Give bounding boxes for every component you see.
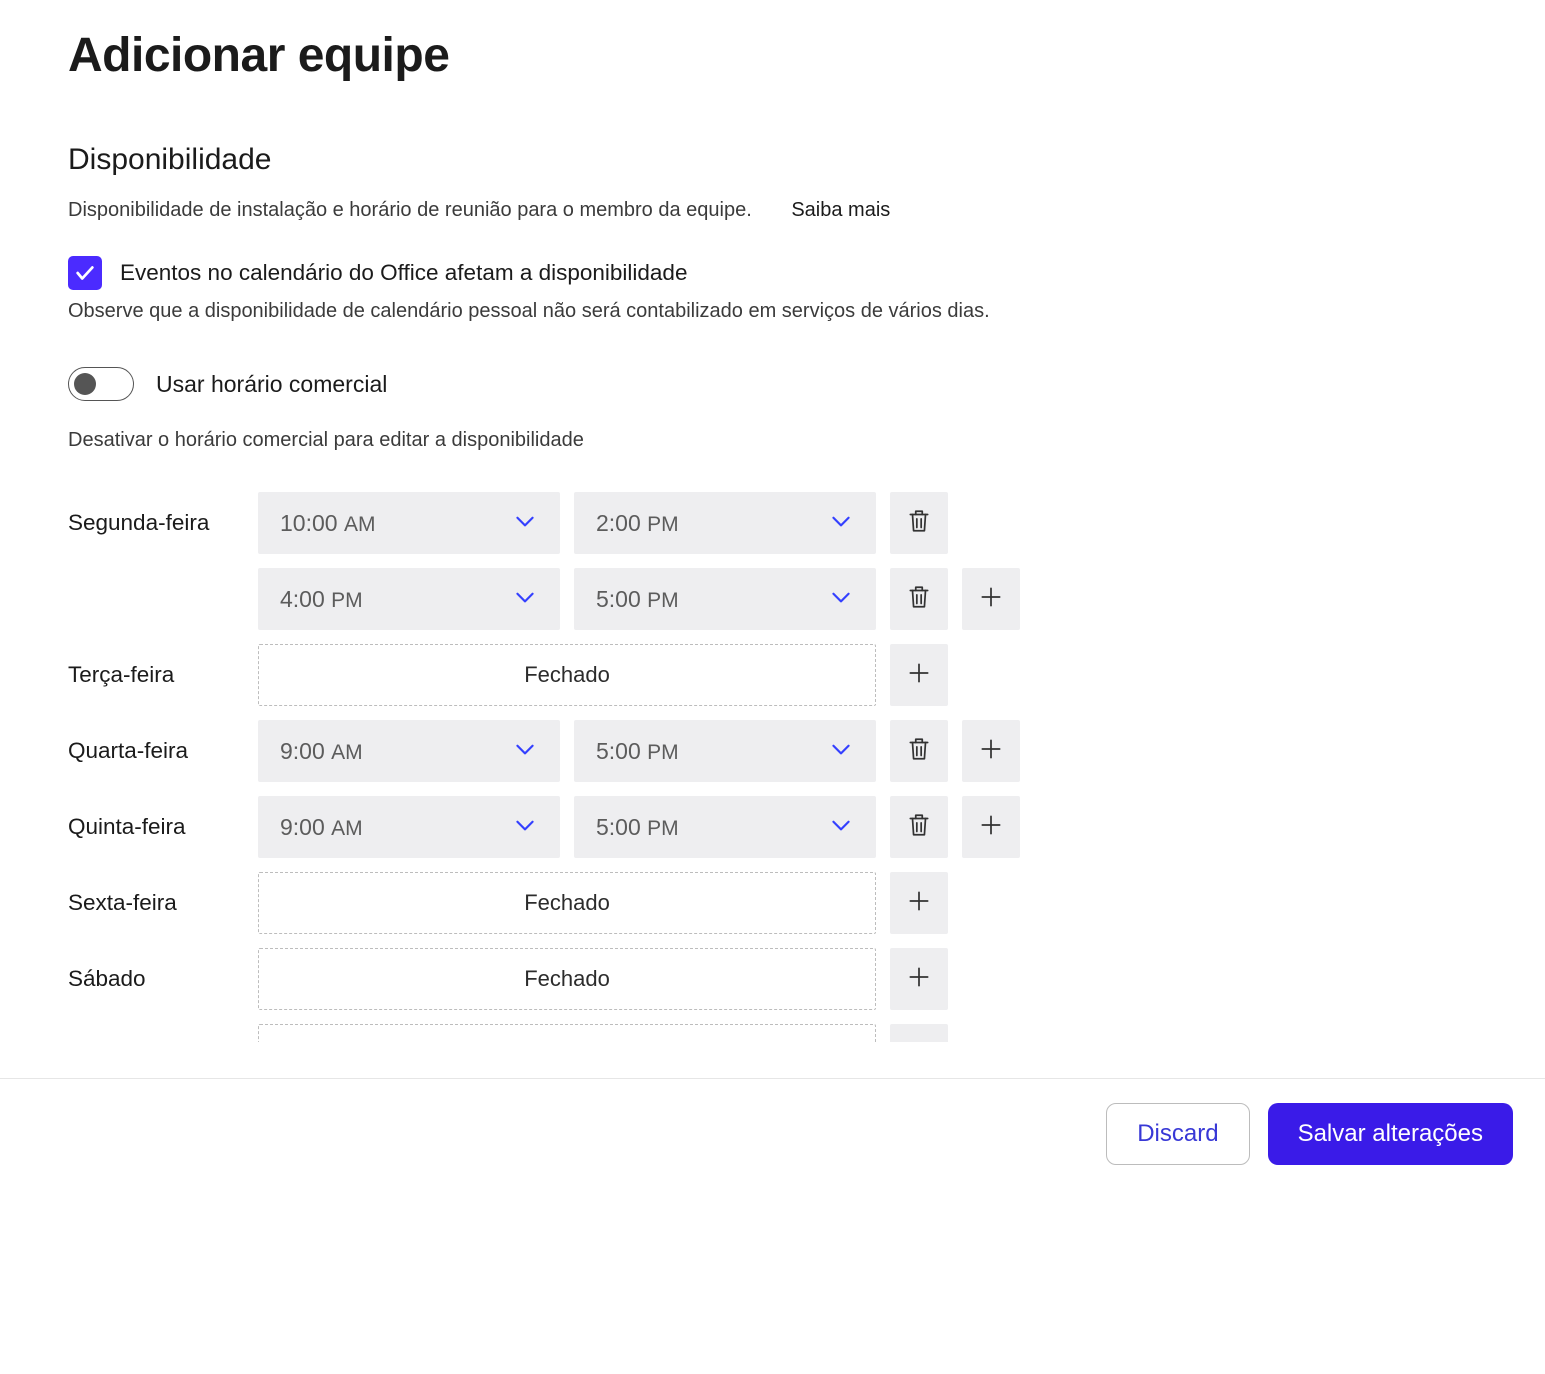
add-slot-button[interactable] (890, 872, 948, 934)
day-slots: Fechado (258, 644, 948, 706)
check-icon (74, 262, 96, 284)
day-row: Segunda-feira 10:00 AM 2:00 PM 4:00 PM 5:00 … (68, 492, 1477, 630)
delete-slot-button[interactable] (890, 796, 948, 858)
day-label: Sexta-feira (68, 872, 246, 916)
day-slots: Fechado (258, 872, 948, 934)
time-select-end[interactable]: 2:00 PM (574, 492, 876, 554)
time-select-start[interactable]: 4:00 PM (258, 568, 560, 630)
day-row: Quinta-feira 9:00 AM 5:00 PM (68, 796, 1477, 858)
plus-icon (978, 736, 1004, 767)
time-value: 5:00 PM (596, 814, 679, 841)
trash-icon (906, 584, 932, 615)
day-label: Sábado (68, 948, 246, 992)
chevron-down-icon (512, 584, 538, 615)
discard-button[interactable]: Discard (1106, 1103, 1249, 1165)
closed-slot: Fechado (258, 872, 876, 934)
delete-slot-button[interactable] (890, 568, 948, 630)
time-value: 9:00 AM (280, 738, 363, 765)
time-value: 5:00 PM (596, 738, 679, 765)
plus-icon (906, 1040, 932, 1043)
closed-slot: Fechado (258, 948, 876, 1010)
plus-icon (906, 660, 932, 691)
day-row: Domingo Fechado (68, 1024, 1477, 1042)
chevron-down-icon (828, 584, 854, 615)
plus-icon (978, 812, 1004, 843)
plus-icon (906, 888, 932, 919)
time-select-end[interactable]: 5:00 PM (574, 568, 876, 630)
day-slots: Fechado (258, 948, 948, 1010)
save-button[interactable]: Salvar alterações (1268, 1103, 1513, 1165)
day-row: Terça-feira Fechado (68, 644, 1477, 706)
day-row: Sábado Fechado (68, 948, 1477, 1010)
time-select-start[interactable]: 10:00 AM (258, 492, 560, 554)
chevron-down-icon (512, 812, 538, 843)
business-hours-hint: Desativar o horário comercial para edita… (68, 429, 1477, 452)
delete-slot-button[interactable] (890, 720, 948, 782)
day-slots: 9:00 AM 5:00 PM (258, 796, 1020, 858)
learn-more-link[interactable]: Saiba mais (791, 199, 890, 222)
day-row: Sexta-feira Fechado (68, 872, 1477, 934)
delete-slot-button[interactable] (890, 492, 948, 554)
time-select-start[interactable]: 9:00 AM (258, 796, 560, 858)
time-value: 2:00 PM (596, 510, 679, 537)
chevron-down-icon (828, 508, 854, 539)
day-slots: 10:00 AM 2:00 PM 4:00 PM 5:00 PM (258, 492, 1020, 630)
availability-heading: Disponibilidade (68, 143, 1477, 177)
add-slot-button[interactable] (962, 720, 1020, 782)
plus-icon (906, 964, 932, 995)
time-value: 10:00 AM (280, 510, 375, 537)
day-row: Quarta-feira 9:00 AM 5:00 PM (68, 720, 1477, 782)
trash-icon (906, 736, 932, 767)
plus-icon (978, 584, 1004, 615)
add-slot-button[interactable] (890, 644, 948, 706)
trash-icon (906, 508, 932, 539)
availability-schedule: Segunda-feira 10:00 AM 2:00 PM 4:00 PM 5:00 … (68, 492, 1477, 1042)
time-select-end[interactable]: 5:00 PM (574, 720, 876, 782)
page-title: Adicionar equipe (68, 28, 1477, 83)
business-hours-label: Usar horário comercial (156, 371, 387, 398)
chevron-down-icon (828, 812, 854, 843)
add-slot-button[interactable] (962, 796, 1020, 858)
day-label: Terça-feira (68, 644, 246, 688)
day-label: Quinta-feira (68, 796, 246, 840)
add-slot-button[interactable] (962, 568, 1020, 630)
day-label: Domingo (68, 1024, 246, 1042)
time-value: 4:00 PM (280, 586, 363, 613)
chevron-down-icon (512, 736, 538, 767)
office-events-note: Observe que a disponibilidade de calendá… (68, 300, 1477, 323)
chevron-down-icon (828, 736, 854, 767)
day-label: Quarta-feira (68, 720, 246, 764)
chevron-down-icon (512, 508, 538, 539)
closed-slot: Fechado (258, 644, 876, 706)
day-label: Segunda-feira (68, 492, 246, 536)
trash-icon (906, 812, 932, 843)
add-slot-button[interactable] (890, 1024, 948, 1042)
footer-bar: Discard Salvar alterações (0, 1078, 1545, 1189)
time-select-start[interactable]: 9:00 AM (258, 720, 560, 782)
add-slot-button[interactable] (890, 948, 948, 1010)
time-value: 5:00 PM (596, 586, 679, 613)
office-events-checkbox[interactable] (68, 256, 102, 290)
office-events-label: Eventos no calendário do Office afetam a… (120, 260, 687, 286)
closed-slot: Fechado (258, 1024, 876, 1042)
day-slots: Fechado (258, 1024, 948, 1042)
day-slots: 9:00 AM 5:00 PM (258, 720, 1020, 782)
availability-description: Disponibilidade de instalação e horário … (68, 199, 1477, 222)
business-hours-toggle[interactable] (68, 367, 134, 401)
time-value: 9:00 AM (280, 814, 363, 841)
time-select-end[interactable]: 5:00 PM (574, 796, 876, 858)
